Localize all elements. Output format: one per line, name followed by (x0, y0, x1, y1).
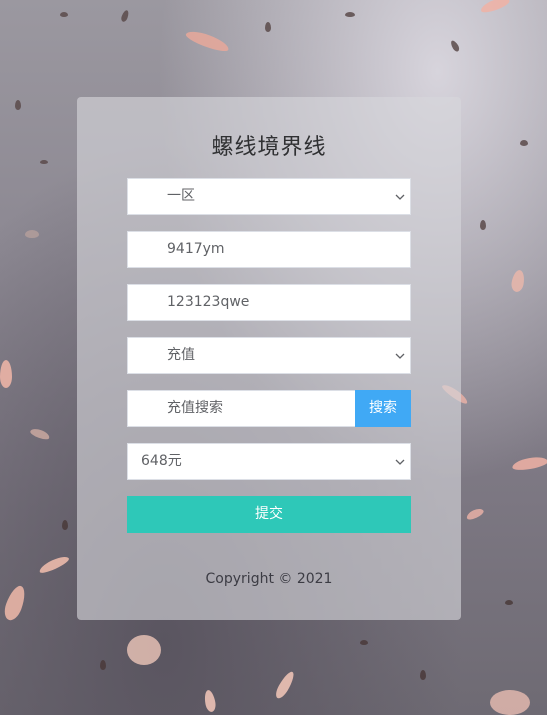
account-field[interactable]: 9417ym (127, 231, 411, 268)
petal-decoration (127, 635, 161, 665)
amount-select-value: 648元 (141, 453, 182, 469)
petal-decoration (420, 670, 426, 680)
petal-decoration (1, 583, 29, 623)
chevron-down-icon (395, 459, 405, 465)
amount-select[interactable]: 648元 (127, 443, 411, 480)
petal-decoration (120, 9, 130, 23)
petal-decoration (520, 140, 528, 146)
petal-decoration (60, 12, 68, 17)
petal-decoration (265, 22, 271, 32)
petal-decoration (100, 660, 106, 670)
submit-button[interactable]: 提交 (127, 496, 411, 533)
search-input[interactable]: 充值搜索 (127, 390, 355, 427)
petal-decoration (465, 506, 485, 522)
petal-decoration (0, 360, 12, 388)
petal-decoration (490, 690, 530, 715)
region-select-value: 一区 (167, 188, 195, 204)
type-select[interactable]: 充值 (127, 337, 411, 374)
search-button[interactable]: 搜索 (355, 390, 411, 427)
password-field[interactable]: 123123qwe (127, 284, 411, 321)
chevron-down-icon (395, 194, 405, 200)
petal-decoration (203, 689, 217, 713)
petal-decoration (345, 12, 355, 17)
page-title: 螺线境界线 (211, 135, 327, 160)
petal-decoration (510, 269, 526, 293)
search-input-placeholder: 充值搜索 (167, 400, 223, 416)
petal-decoration (505, 600, 513, 605)
petal-decoration (29, 426, 51, 442)
petal-decoration (25, 230, 39, 238)
petal-decoration (449, 39, 461, 53)
search-row: 充值搜索 搜索 (127, 390, 411, 427)
petal-decoration (15, 100, 21, 110)
account-field-value: 9417ym (167, 241, 225, 257)
petal-decoration (360, 640, 368, 645)
petal-decoration (40, 160, 48, 164)
region-select[interactable]: 一区 (127, 178, 411, 215)
copyright-text: Copyright © 2021 (205, 571, 333, 587)
petal-decoration (511, 454, 547, 473)
petal-decoration (37, 553, 71, 576)
petal-decoration (480, 220, 486, 230)
petal-decoration (62, 520, 68, 530)
password-field-value: 123123qwe (167, 294, 250, 310)
petal-decoration (479, 0, 511, 15)
login-panel: 螺线境界线 一区 9417ym 123123qwe 充值 充值搜索 搜索 648… (77, 97, 461, 620)
petal-decoration (273, 669, 297, 701)
chevron-down-icon (395, 353, 405, 359)
petal-decoration (184, 27, 231, 55)
type-select-value: 充值 (167, 347, 195, 363)
